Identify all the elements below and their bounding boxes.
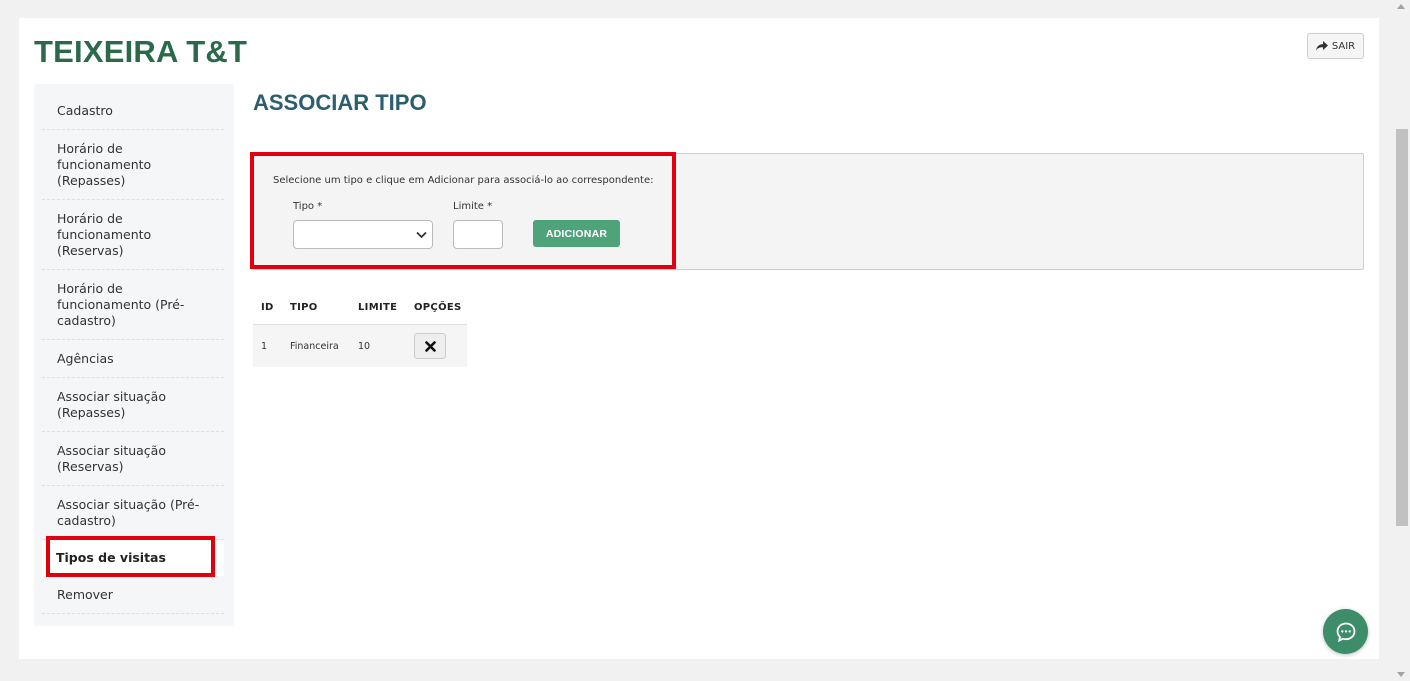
scrollbar-thumb[interactable] [1396, 129, 1408, 526]
sidebar-item-horario-pre-cadastro[interactable]: Horário de funcionamento (Pré-cadastro) [42, 270, 224, 340]
highlight-active-menu-box [46, 536, 215, 577]
sidebar-item-label: Horário de funcionamento (Reservas) [57, 211, 152, 258]
page-title: ASSOCIAR TIPO [253, 90, 427, 115]
column-header-id: ID [261, 302, 274, 313]
main-card: TEIXEIRA T&T SAIR Cadastro Horário de fu… [19, 18, 1379, 659]
chat-button[interactable] [1323, 609, 1368, 654]
delete-button[interactable] [414, 333, 446, 359]
sidebar-item-cadastro[interactable]: Cadastro [42, 92, 224, 130]
sidebar-item-label: Remover [57, 587, 113, 602]
brand-title: TEIXEIRA T&T [34, 34, 248, 69]
close-x-icon [424, 340, 436, 352]
sidebar-item-agencias[interactable]: Agências [42, 340, 224, 378]
sidebar-item-label: Horário de funcionamento (Repasses) [57, 141, 152, 188]
column-header-opcoes: OPÇÕES [414, 302, 462, 313]
sidebar-item-label: Associar situação (Reservas) [57, 443, 166, 474]
sidebar-item-horario-repasses[interactable]: Horário de funcionamento (Repasses) [42, 130, 224, 200]
divider [42, 613, 224, 614]
sidebar-item-horario-reservas[interactable]: Horário de funcionamento (Reservas) [42, 200, 224, 270]
chat-bubble-icon [1336, 622, 1355, 642]
scroll-up-icon[interactable] [1397, 4, 1405, 9]
sidebar-item-label: Associar situação (Repasses) [57, 389, 166, 420]
cell-tipo: Financeira [290, 341, 339, 352]
sidebar-item-label: Horário de funcionamento (Pré-cadastro) [57, 281, 185, 328]
highlight-form-box [250, 152, 676, 269]
logout-label: SAIR [1331, 40, 1356, 52]
sidebar-item-remover[interactable]: Remover [42, 576, 224, 614]
sidebar-item-label: Agências [57, 351, 114, 366]
sidebar-item-situacao-repasses[interactable]: Associar situação (Repasses) [42, 378, 224, 432]
column-header-tipo: TIPO [290, 302, 318, 313]
sidebar-item-label: Cadastro [57, 103, 113, 118]
cell-limite: 10 [358, 341, 371, 352]
column-header-limite: LIMITE [358, 302, 398, 313]
table-row: 1 Financeira 10 [253, 324, 467, 367]
sidebar-item-situacao-pre-cadastro[interactable]: Associar situação (Pré-cadastro) [42, 486, 224, 540]
logout-button[interactable]: SAIR [1307, 33, 1364, 59]
sidebar-item-situacao-reservas[interactable]: Associar situação (Reservas) [42, 432, 224, 486]
sidebar-item-label: Associar situação (Pré-cadastro) [57, 497, 200, 528]
cell-id: 1 [261, 341, 268, 352]
scroll-down-icon[interactable] [1397, 672, 1405, 677]
share-arrow-icon [1315, 41, 1328, 51]
